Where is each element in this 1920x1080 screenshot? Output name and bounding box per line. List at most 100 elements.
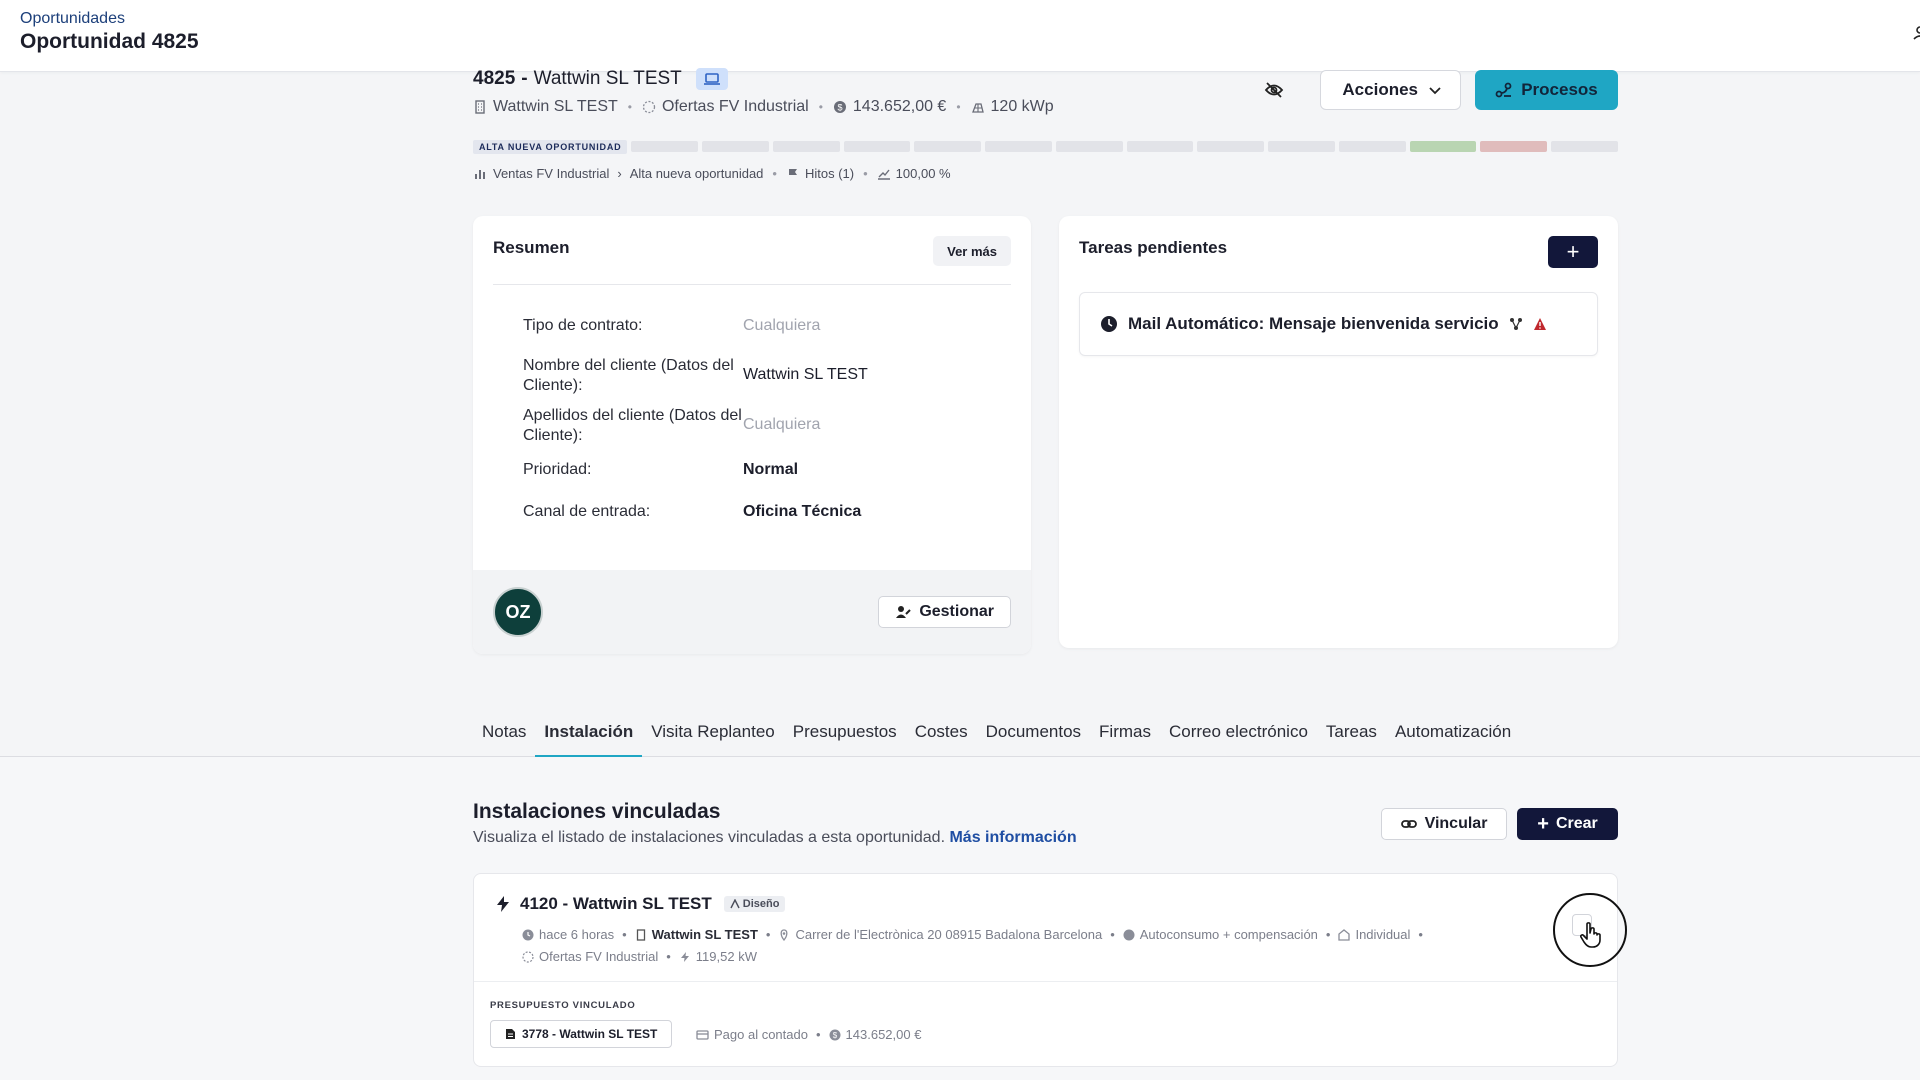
link-button[interactable]: Vincular bbox=[1381, 808, 1507, 840]
field-value[interactable]: Wattwin SL TEST bbox=[743, 356, 868, 396]
stage-segment[interactable] bbox=[843, 141, 911, 152]
trend-icon bbox=[877, 169, 890, 180]
field-value[interactable]: Oficina Técnica bbox=[743, 502, 861, 522]
separator-dot: • bbox=[765, 927, 771, 942]
address-value: Carrer de l'Electrònica 20 08915 Badalon… bbox=[795, 927, 1103, 942]
stage-segment[interactable] bbox=[1480, 141, 1548, 152]
stage-segment[interactable] bbox=[1268, 141, 1335, 152]
field-label: Nombre del cliente (Datos del Cliente): bbox=[523, 357, 734, 394]
hide-toggle-button[interactable] bbox=[1254, 70, 1294, 110]
stage-segment[interactable] bbox=[1197, 141, 1265, 152]
user-icon[interactable] bbox=[1912, 24, 1920, 40]
tab-firmas[interactable]: Firmas bbox=[1090, 722, 1160, 757]
tab-instalacion[interactable]: Instalación bbox=[535, 722, 643, 757]
catalog-value: Ofertas FV Industrial bbox=[539, 949, 659, 964]
stage-segment[interactable] bbox=[702, 141, 769, 152]
workflow-icon bbox=[1495, 82, 1512, 98]
hand-cursor-icon bbox=[1580, 922, 1601, 948]
field-label: Tipo de contrato: bbox=[523, 317, 643, 334]
tab-presupuestos[interactable]: Presupuestos bbox=[784, 722, 906, 757]
stage-segment[interactable] bbox=[985, 141, 1052, 152]
avatar[interactable]: OZ bbox=[493, 587, 543, 637]
divider bbox=[474, 981, 1617, 982]
clock-icon bbox=[522, 929, 534, 940]
task-item[interactable]: Mail Automático: Mensaje bienvenida serv… bbox=[1079, 292, 1598, 356]
processes-button[interactable]: Procesos bbox=[1475, 70, 1618, 110]
automation-icon bbox=[1509, 318, 1522, 330]
solar-panel-icon bbox=[971, 103, 984, 113]
probability: 100,00 % bbox=[895, 166, 951, 181]
manage-label: Gestionar bbox=[919, 603, 994, 620]
breadcrumb[interactable]: Oportunidades bbox=[20, 10, 125, 28]
stage-segment[interactable] bbox=[1126, 141, 1194, 152]
linked-budget-chip[interactable]: 3778 - Wattwin SL TEST bbox=[490, 1020, 673, 1048]
meta-power: 120 kWp bbox=[971, 98, 1054, 116]
title-separator: - bbox=[521, 68, 528, 89]
status-circle-icon bbox=[522, 950, 534, 963]
stage-segment[interactable] bbox=[1338, 141, 1406, 152]
field-priority: Prioridad: Normal bbox=[523, 460, 1003, 480]
tab-tareas[interactable]: Tareas bbox=[1317, 722, 1386, 757]
tab-correo-electronico[interactable]: Correo electrónico bbox=[1160, 722, 1317, 757]
tab-notas[interactable]: Notas bbox=[473, 722, 535, 757]
divider bbox=[493, 284, 1011, 285]
field-value[interactable]: Cualquiera bbox=[743, 406, 820, 446]
stage-segment[interactable] bbox=[631, 141, 699, 152]
add-task-button[interactable]: + bbox=[1548, 236, 1598, 268]
tab-documentos[interactable]: Documentos bbox=[977, 722, 1090, 757]
installation-card[interactable]: 4120 - Wattwin SL TEST Diseño hace 6 hor… bbox=[473, 873, 1618, 1067]
link-icon bbox=[1400, 820, 1417, 828]
stage-progress-bar: ALTA NUEVA OPORTUNIDAD bbox=[473, 140, 1618, 154]
type-value: Individual bbox=[1355, 927, 1411, 942]
stage-segment[interactable] bbox=[1409, 141, 1477, 152]
installation-meta-2: Ofertas FV Industrial • 119,52 kW bbox=[522, 949, 757, 964]
power-value: 120 kWp bbox=[990, 98, 1054, 115]
pipeline-name[interactable]: Ventas FV Industrial bbox=[493, 166, 609, 181]
tab-automatizacion[interactable]: Automatización bbox=[1386, 722, 1520, 757]
more-info-link[interactable]: Más información bbox=[949, 829, 1076, 846]
client-name: Wattwin SL TEST bbox=[493, 98, 618, 115]
installation-name[interactable]: 4120 - Wattwin SL TEST bbox=[520, 894, 712, 914]
task-title: Mail Automático: Mensaje bienvenida serv… bbox=[1128, 314, 1499, 333]
meta-catalog: Ofertas FV Industrial bbox=[642, 98, 809, 116]
meta-budget-amount: $ 143.652,00 € bbox=[829, 1027, 921, 1042]
separator-dot: • bbox=[1110, 927, 1115, 942]
meta-client[interactable]: Wattwin SL TEST bbox=[635, 927, 758, 942]
tab-visita-replanteo[interactable]: Visita Replanteo bbox=[642, 722, 784, 757]
create-button[interactable]: + Crear bbox=[1517, 808, 1618, 840]
stage-segment[interactable] bbox=[1055, 141, 1123, 152]
manage-button[interactable]: Gestionar bbox=[878, 596, 1011, 628]
power-value: 119,52 kW bbox=[695, 949, 757, 964]
page-title: Oportunidad 4825 bbox=[20, 30, 199, 53]
payment-value: Pago al contado bbox=[714, 1027, 808, 1042]
clock-icon bbox=[1101, 316, 1117, 332]
payment-icon bbox=[696, 1029, 709, 1040]
see-more-button[interactable]: Ver más bbox=[933, 236, 1011, 266]
separator-dot: • bbox=[818, 100, 823, 114]
stage-segment[interactable] bbox=[1551, 141, 1618, 152]
user-edit-icon bbox=[896, 606, 912, 618]
actions-dropdown-button[interactable]: Acciones bbox=[1320, 70, 1461, 110]
meta-power: 119,52 kW bbox=[679, 949, 757, 964]
separator-dot: • bbox=[666, 949, 671, 964]
pipeline-stage[interactable]: Alta nueva oportunidad bbox=[630, 166, 764, 181]
separator-dot: • bbox=[956, 100, 961, 114]
installation-meta-1: hace 6 horas • Wattwin SL TEST • Carrer … bbox=[522, 927, 1431, 942]
status-circle-icon bbox=[642, 100, 656, 114]
create-label: Crear bbox=[1555, 815, 1598, 832]
field-value[interactable]: Normal bbox=[743, 460, 798, 480]
stage-segment[interactable] bbox=[914, 141, 982, 152]
meta-address: Carrer de l'Electrònica 20 08915 Badalon… bbox=[778, 927, 1102, 942]
client-name: Wattwin SL TEST bbox=[651, 927, 758, 942]
meta-type: Individual bbox=[1338, 927, 1410, 942]
tab-costes[interactable]: Costes bbox=[906, 722, 977, 757]
meta-client[interactable]: Wattwin SL TEST bbox=[473, 98, 618, 116]
field-value[interactable]: Cualquiera bbox=[743, 316, 820, 336]
pending-tasks-card: Tareas pendientes + Mail Automático: Men… bbox=[1059, 216, 1618, 648]
separator-dot: • bbox=[815, 1027, 821, 1042]
stage-segment[interactable] bbox=[772, 141, 840, 152]
device-tag-icon[interactable] bbox=[695, 68, 728, 90]
summary-card: Resumen Ver más Tipo de contrato: Cualqu… bbox=[473, 216, 1031, 654]
milestones[interactable]: Hitos (1) bbox=[805, 166, 854, 181]
eye-off-icon bbox=[1265, 82, 1284, 98]
